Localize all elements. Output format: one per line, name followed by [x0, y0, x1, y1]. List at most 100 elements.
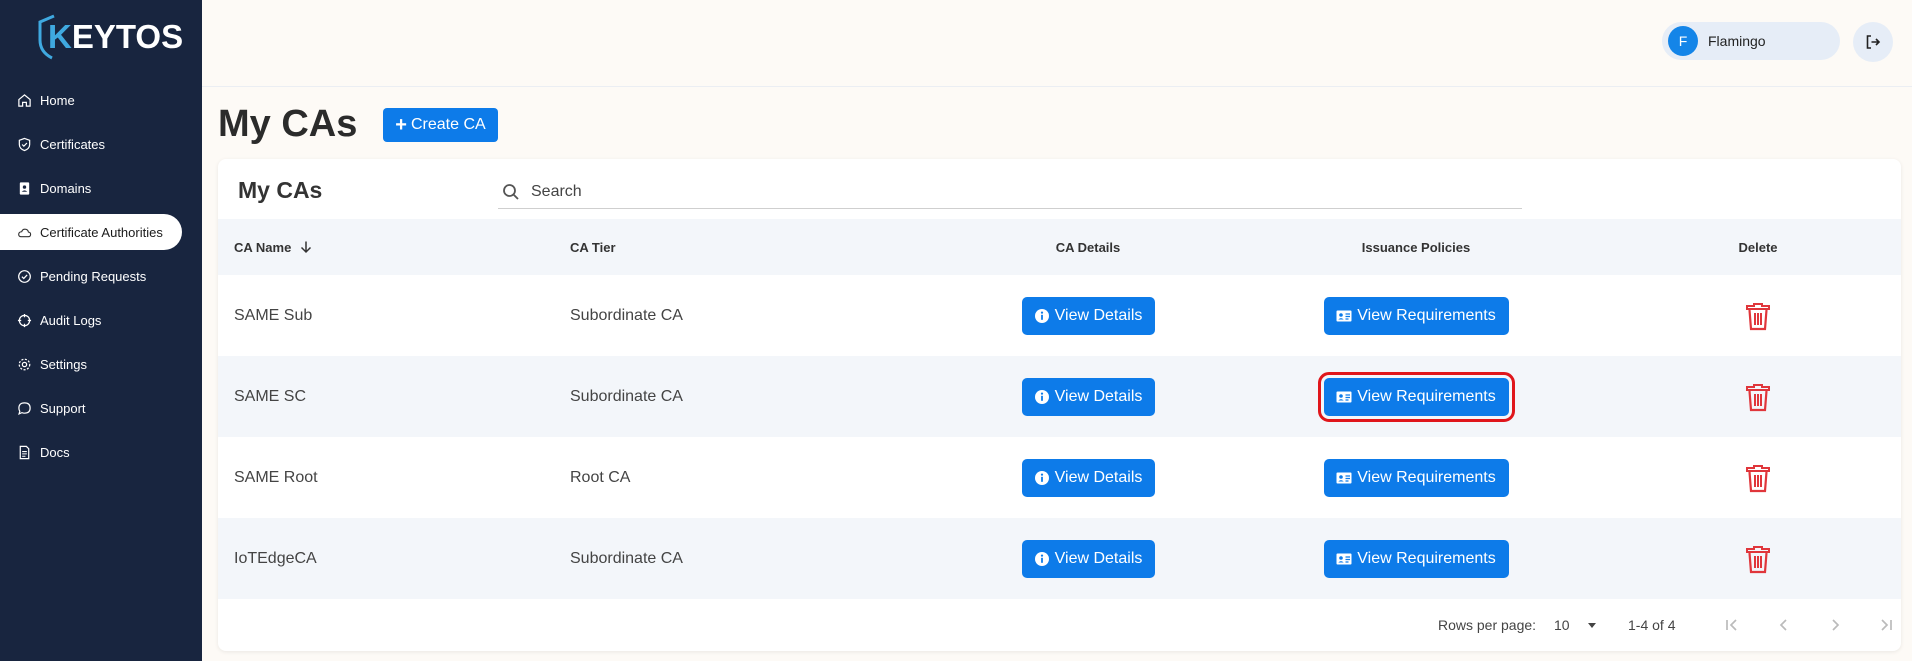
sidebar-item-certificate-authorities[interactable]: Certificate Authorities [0, 214, 182, 250]
search-input[interactable] [531, 182, 1431, 201]
sidebar-item-label: Home [40, 92, 75, 108]
column-issuance-policies: Issuance Policies [1361, 239, 1471, 255]
pagination: Rows per page: 10 1-4 of 4 [218, 599, 1901, 651]
sidebar: KEYTOS Home Certificates Domains Certifi… [0, 0, 202, 661]
gear-icon [16, 356, 32, 372]
info-icon [1034, 308, 1049, 323]
sidebar-item-label: Support [40, 400, 86, 416]
column-ca-name[interactable]: CA Name [234, 219, 313, 275]
crosshair-icon [16, 312, 32, 328]
rows-per-page-select[interactable]: 10 [1554, 599, 1598, 651]
view-details-button[interactable]: View Details [1021, 377, 1155, 416]
sidebar-item-docs[interactable]: Docs [0, 430, 202, 474]
ca-tier: Root CA [570, 468, 631, 486]
header-divider [202, 86, 1912, 87]
last-page-button[interactable] [1874, 613, 1898, 637]
sidebar-item-domains[interactable]: Domains [0, 166, 202, 210]
trash-icon[interactable] [1745, 382, 1771, 412]
user-menu[interactable]: F Flamingo [1662, 22, 1840, 60]
sidebar-item-label: Domains [40, 180, 92, 196]
table-header: CA Name CA Tier CA Details Issuance Poli… [218, 219, 1901, 275]
contact-card-icon [16, 180, 32, 196]
id-card-icon [1336, 391, 1352, 402]
shield-check-icon [16, 136, 32, 152]
logout-button[interactable] [1853, 22, 1893, 62]
table-row: SAME Sub Subordinate CA View Details Vie… [218, 275, 1901, 356]
table-row: SAME SC Subordinate CA View Details View… [218, 356, 1901, 437]
caret-down-icon [1587, 623, 1596, 628]
sidebar-item-label: Settings [40, 356, 87, 372]
home-icon [16, 92, 32, 108]
id-card-icon [1336, 553, 1352, 564]
view-requirements-button[interactable]: View Requirements [1317, 371, 1515, 422]
logout-icon [1866, 35, 1881, 49]
button-label: View Requirements [1357, 549, 1496, 567]
sidebar-item-label: Pending Requests [40, 268, 147, 284]
plus-icon: + [395, 114, 407, 136]
sort-arrow-down-icon [301, 241, 312, 254]
chevron-left-icon [1779, 619, 1787, 631]
button-label: View Details [1054, 306, 1143, 324]
first-page-icon [1726, 619, 1737, 631]
sidebar-item-support[interactable]: Support [0, 386, 202, 430]
page-range: 1-4 of 4 [1628, 617, 1676, 633]
ca-tier: Subordinate CA [570, 549, 683, 567]
sidebar-item-pending-requests[interactable]: Pending Requests [0, 254, 202, 298]
ca-table-card: My CAs CA Name CA Tier CA Details Issuan… [218, 159, 1901, 651]
search-bar [498, 175, 1522, 209]
chat-bubble-icon [16, 400, 32, 416]
button-label: View Requirements [1357, 468, 1496, 486]
trash-icon[interactable] [1745, 463, 1771, 493]
view-details-button[interactable]: View Details [1021, 296, 1155, 335]
view-requirements-button[interactable]: View Requirements [1323, 458, 1509, 497]
view-details-button[interactable]: View Details [1021, 539, 1155, 578]
create-ca-label: Create CA [410, 116, 486, 133]
button-label: View Details [1054, 387, 1143, 405]
sidebar-item-label: Audit Logs [40, 312, 102, 328]
sidebar-item-certificates[interactable]: Certificates [0, 122, 202, 166]
last-page-icon [1881, 619, 1892, 631]
view-requirements-button[interactable]: View Requirements [1323, 296, 1509, 335]
button-label: View Details [1054, 549, 1143, 567]
view-details-button[interactable]: View Details [1021, 458, 1155, 497]
column-ca-details: CA Details [1055, 239, 1121, 255]
button-label: View Details [1054, 468, 1143, 486]
chevron-right-icon [1832, 619, 1840, 631]
search-icon [503, 183, 519, 200]
sidebar-item-label: Certificate Authorities [40, 224, 163, 240]
avatar: F [1668, 26, 1698, 56]
logo-wordmark: KEYTOS [48, 18, 184, 55]
sidebar-item-label: Docs [40, 444, 70, 460]
info-icon [1034, 389, 1049, 404]
user-name: Flamingo [1708, 33, 1766, 49]
sidebar-item-home[interactable]: Home [0, 78, 202, 122]
page-title: My CAs [218, 103, 358, 145]
sidebar-item-settings[interactable]: Settings [0, 342, 202, 386]
ca-name: SAME SC [234, 387, 307, 405]
rows-per-page-value: 10 [1554, 617, 1570, 633]
sidebar-nav: Home Certificates Domains Certificate Au… [0, 78, 202, 474]
rows-per-page-label: Rows per page: [1438, 617, 1537, 633]
button-label: View Requirements [1357, 306, 1496, 324]
id-card-icon [1336, 310, 1352, 321]
ca-tier: Subordinate CA [570, 387, 683, 405]
sidebar-item-label: Certificates [40, 136, 106, 152]
trash-icon[interactable] [1745, 544, 1771, 574]
create-ca-button[interactable]: + Create CA [383, 108, 498, 142]
check-circle-icon [16, 268, 32, 284]
view-requirements-button[interactable]: View Requirements [1323, 539, 1509, 578]
keytos-logo[interactable]: KEYTOS [36, 12, 183, 62]
ca-name: SAME Root [234, 468, 318, 486]
next-page-button[interactable] [1823, 613, 1847, 637]
previous-page-button[interactable] [1772, 613, 1796, 637]
ca-name: SAME Sub [234, 306, 313, 324]
sidebar-item-audit-logs[interactable]: Audit Logs [0, 298, 202, 342]
column-delete: Delete [1738, 239, 1778, 255]
id-card-icon [1336, 472, 1352, 483]
first-page-button[interactable] [1720, 613, 1744, 637]
table-row: SAME Root Root CA View Details View Requ… [218, 437, 1901, 518]
info-icon [1034, 551, 1049, 566]
ca-tier: Subordinate CA [570, 306, 683, 324]
ca-name: IoTEdgeCA [234, 549, 317, 567]
trash-icon[interactable] [1745, 301, 1771, 331]
